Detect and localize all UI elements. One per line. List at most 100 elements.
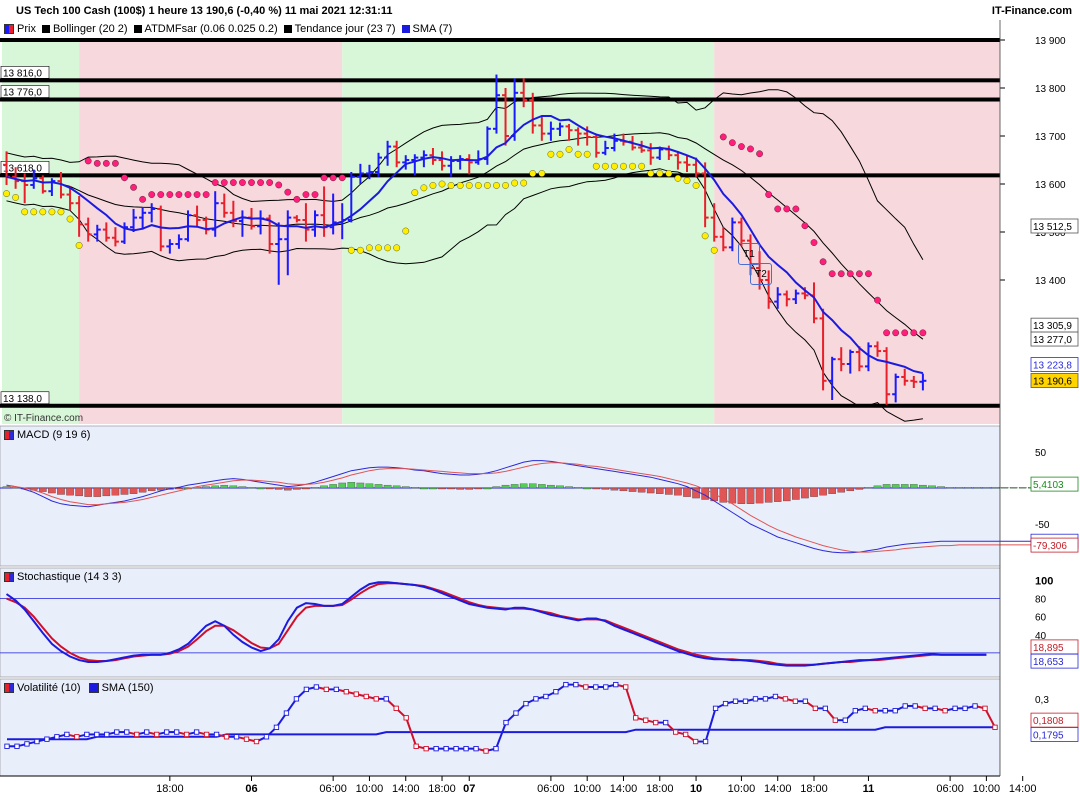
level-label-r3: 13 618,0	[3, 163, 42, 174]
legend-bollinger-swatch	[41, 25, 50, 33]
vol-marker-37	[373, 696, 379, 702]
vol-marker-57	[573, 681, 579, 688]
sar-dot-29	[266, 179, 273, 186]
sar-dot-3	[30, 208, 38, 216]
macd-hist-49	[447, 487, 455, 490]
vol-marker-4	[44, 736, 50, 742]
legend-tendance[interactable]: Tendance jour (23 7)	[283, 23, 396, 35]
vol-marker-51	[513, 710, 519, 716]
macd-hist-32	[293, 487, 301, 490]
vol-marker-74	[742, 698, 749, 704]
vol-marker-32	[323, 686, 329, 693]
macd-hist-50	[456, 487, 464, 490]
vol-legend-swatch	[4, 683, 14, 693]
vol-marker-87	[872, 708, 878, 714]
macd-hist-55	[501, 484, 510, 489]
macd-hist-43	[392, 485, 401, 489]
macd-hist-111	[1009, 487, 1018, 489]
sar-dot-50	[456, 182, 464, 189]
vol-marker-31	[313, 684, 320, 690]
macd-hist-57	[519, 483, 528, 489]
vol-legend-label: Volatilité (10)	[17, 682, 81, 694]
price-tick-label-0: 13 400	[1035, 276, 1066, 287]
sar-dot-38	[347, 246, 355, 254]
vol-marker-98	[982, 705, 988, 711]
macd-hist-95	[864, 487, 873, 489]
vol-marker-58	[583, 684, 589, 690]
legend-sar[interactable]: ATDMFsar (0.06 0.025 0.2)	[133, 23, 278, 35]
stoch-legend-swatch	[4, 572, 14, 582]
sar-dot-21	[193, 191, 201, 198]
vol-marker-34	[343, 689, 349, 695]
macd-hist-35	[320, 485, 328, 489]
sar-dot-54	[493, 182, 500, 189]
legend-prix[interactable]: Prix	[4, 23, 36, 35]
macd-hist-38	[347, 482, 356, 489]
stoch-legend[interactable]: Stochastique (14 3 3)	[4, 570, 122, 584]
vol-legend[interactable]: Volatilité (10) SMA (150)	[4, 681, 154, 695]
price-tick-label-2: 13 600	[1035, 180, 1066, 191]
sar-dot-81	[738, 143, 745, 150]
sar-dot-25	[230, 179, 237, 186]
macd-hist-87	[792, 487, 800, 500]
macd-hist-59	[538, 484, 546, 489]
legend-sma[interactable]: SMA (7)	[401, 23, 452, 35]
stoch-legend-label: Stochastique (14 3 3)	[17, 571, 122, 583]
x-tick-label-4: 14:00	[392, 783, 420, 795]
vol-marker-17	[173, 729, 180, 735]
macd-hist-6	[57, 487, 65, 495]
macd-hist-109	[991, 487, 1000, 489]
sar-dot-69	[629, 162, 636, 170]
vol-marker-48	[483, 748, 489, 754]
macd-hist-96	[873, 485, 882, 489]
macd-legend[interactable]: MACD (9 19 6)	[4, 428, 90, 442]
level-label-r2: 13 776,0	[3, 88, 42, 99]
macd-hist-30	[274, 487, 283, 490]
vol-marker-70	[702, 738, 709, 745]
vol-marker-94	[942, 708, 948, 714]
legend-tendance-label: Tendance jour (23 7)	[294, 23, 396, 35]
macd-hist-41	[374, 484, 383, 489]
sar-dot-4	[39, 208, 47, 216]
sar-dot-51	[465, 182, 473, 189]
legend-bollinger[interactable]: Bollinger (20 2)	[41, 23, 128, 35]
macd-hist-15	[138, 487, 147, 493]
macd-hist-37	[338, 482, 347, 489]
macd-hist-63	[574, 487, 582, 489]
macd-hist-40	[365, 483, 374, 489]
macd-hist-8	[75, 487, 83, 497]
macd-hist-25	[229, 485, 238, 489]
sar-dot-47	[429, 182, 437, 189]
vol-marker-99	[992, 724, 998, 730]
vol-marker-67	[673, 729, 679, 735]
sar-dot-10	[93, 160, 101, 167]
vol-marker-50	[503, 719, 509, 726]
sar-dot-13	[121, 174, 128, 182]
vol-marker-35	[353, 691, 359, 697]
macd-hist-101	[919, 484, 927, 489]
macd-hist-5	[48, 487, 56, 494]
t1-annotation[interactable]: T1	[738, 243, 760, 265]
vol-marker-22	[223, 734, 230, 740]
vol-marker-64	[643, 717, 649, 723]
vol-marker-29	[293, 696, 300, 702]
sar-dot-73	[665, 170, 673, 177]
macd-hist-29	[265, 487, 274, 490]
sar-dot-53	[484, 182, 491, 189]
macd-hist-14	[129, 487, 138, 494]
x-tick-label-12: 10:00	[728, 783, 756, 795]
sar-dot-88	[801, 222, 809, 230]
sar-dot-91	[828, 270, 836, 278]
vol-marker-47	[473, 746, 479, 752]
legend-sma-swatch	[401, 25, 410, 33]
x-tick-label-15: 11	[863, 783, 875, 795]
vol-marker-60	[603, 684, 609, 690]
macd-hist-53	[483, 487, 492, 490]
level-label-r4: 13 138,0	[3, 394, 42, 405]
macd-hist-28	[256, 487, 265, 490]
x-tick-label-6: 07	[463, 783, 475, 795]
sar-dot-80	[729, 139, 736, 147]
vol-marker-83	[832, 717, 838, 723]
sar-dot-75	[683, 177, 691, 184]
t2-annotation[interactable]: T2	[750, 263, 772, 285]
